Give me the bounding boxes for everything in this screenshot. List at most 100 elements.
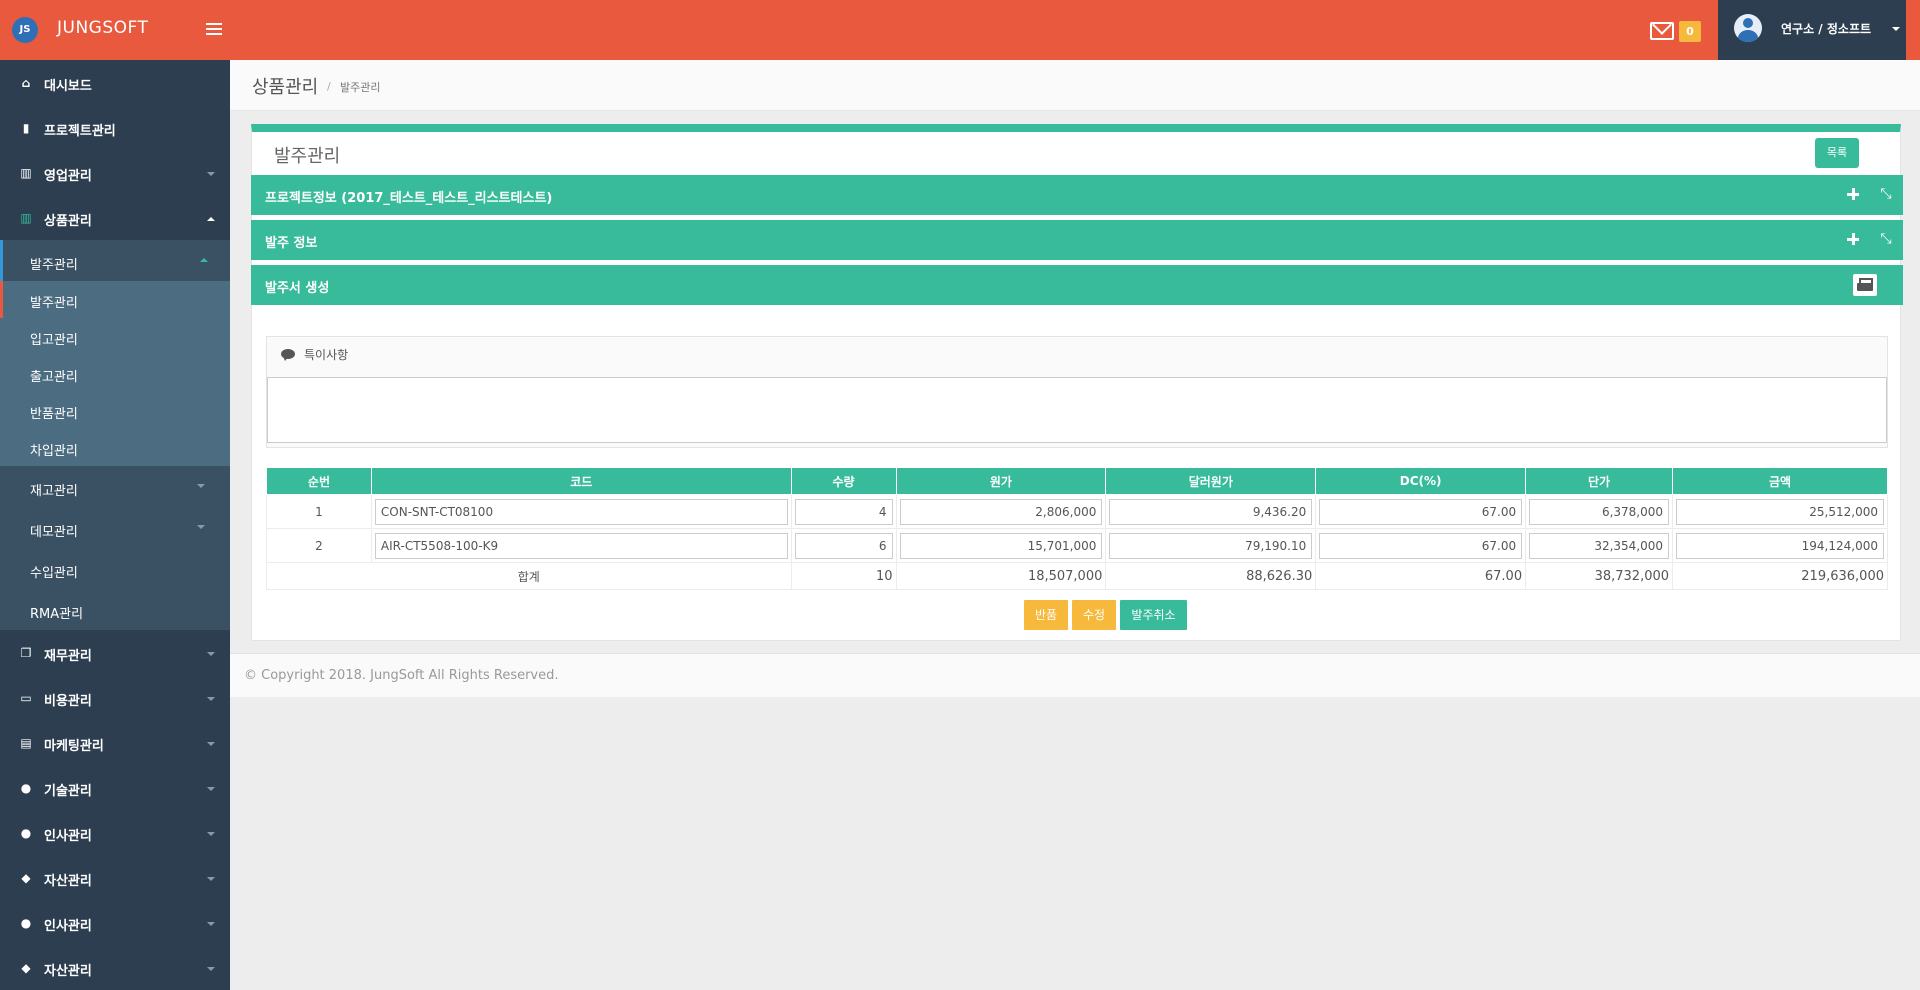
sidebar-item-label: 프로젝트관리 (44, 124, 116, 139)
sidebar-item-label: 인사관리 (44, 829, 92, 844)
remarks-textarea[interactable] (267, 377, 1887, 443)
section-order-create[interactable]: 발주서 생성 (251, 265, 1903, 305)
section-project-info[interactable]: 프로젝트정보 (2017_테스트_테스트_리스트테스트) ⤡ (251, 175, 1903, 215)
section-order-info[interactable]: 발주 정보 ⤡ (251, 220, 1903, 260)
amount-field[interactable]: 25,512,000 (1676, 498, 1884, 525)
table-row: 2 AIR-CT5508-100-K9 6 15,701,000 79,190.… (266, 528, 1888, 563)
sidebar-subitem-rma[interactable]: RMA관리 (0, 589, 230, 630)
sidebar-subitem-demo[interactable]: 데모관리 (0, 507, 230, 548)
column-header: 금액 (1672, 467, 1888, 495)
sidebar-item-label: 마케팅관리 (44, 739, 104, 754)
menu-toggle-icon[interactable] (206, 20, 224, 36)
sidebar-item-label: 발주관리 (30, 258, 78, 273)
sidebar-subitem-order[interactable]: 발주관리 (0, 281, 230, 318)
chevron-up-icon (207, 217, 215, 221)
compress-icon[interactable]: ⤡ (1878, 186, 1894, 202)
sidebar-item-tech[interactable]: ● 기술관리 (0, 765, 230, 810)
sidebar-subitem-inventory[interactable]: 재고관리 (0, 466, 230, 507)
cancel-order-button[interactable]: 발주취소 (1120, 600, 1187, 630)
total-usd-cost: 88,626.30 (1105, 562, 1317, 590)
sidebar-item-projects[interactable]: ▮ 프로젝트관리 (0, 105, 230, 150)
sidebar-subitem-inbound[interactable]: 입고관리 (0, 318, 230, 355)
breadcrumb[interactable]: 발주관리 (340, 79, 380, 95)
user-icon: ● (20, 826, 32, 840)
chevron-up-icon (200, 258, 208, 262)
mail-count-badge[interactable]: 0 (1679, 21, 1701, 42)
column-header: 수량 (790, 467, 897, 495)
total-unit-price: 38,732,000 (1525, 562, 1674, 590)
section-title: 발주 정보 (265, 236, 318, 251)
chevron-down-icon (207, 652, 215, 656)
total-amount: 219,636,000 (1672, 562, 1888, 590)
sidebar-item-hr[interactable]: ● 인사관리 (0, 810, 230, 855)
qty-field[interactable]: 4 (794, 498, 893, 525)
sidebar-item-label: 출고관리 (30, 370, 78, 385)
column-header: 원가 (895, 467, 1107, 495)
plus-icon[interactable] (1845, 231, 1861, 247)
cost-field[interactable]: 2,806,000 (899, 498, 1103, 525)
order-items-table: 순번 코드 수량 원가 달러원가 DC(%) 단가 금액 1 CON-SNT-C… (266, 467, 1888, 590)
cost-field[interactable]: 15,701,000 (899, 532, 1103, 559)
sidebar-item-label: 기술관리 (44, 784, 92, 799)
chevron-down-icon (207, 922, 215, 926)
unit-price-field[interactable]: 6,378,000 (1529, 498, 1670, 525)
total-dc: 67.00 (1315, 562, 1527, 590)
panel-title: 발주관리 (274, 146, 341, 167)
unit-price-field[interactable]: 32,354,000 (1529, 532, 1670, 559)
qty-field[interactable]: 6 (794, 532, 893, 559)
sidebar-item-label: 재고관리 (30, 484, 78, 499)
tags-icon: ◆ (21, 961, 31, 975)
sidebar-item-assets[interactable]: ◆ 자산관리 (0, 855, 230, 900)
avatar (1734, 14, 1762, 42)
usd-cost-field[interactable]: 9,436.20 (1109, 498, 1313, 525)
column-header: 단가 (1525, 467, 1674, 495)
usd-cost-field[interactable]: 79,190.10 (1109, 532, 1313, 559)
copyright-text: © Copyright 2018. JungSoft All Rights Re… (244, 668, 559, 683)
sidebar-item-assets-2[interactable]: ◆ 자산관리 (0, 945, 230, 990)
dc-field[interactable]: 67.00 (1319, 532, 1523, 559)
sidebar-item-label: 반품관리 (30, 407, 78, 422)
page-title: 상품관리 (252, 77, 319, 98)
comment-icon (281, 349, 295, 361)
list-button[interactable]: 목록 (1815, 138, 1859, 168)
sidebar-item-label: 대시보드 (44, 79, 92, 94)
sidebar-item-dashboard[interactable]: ⌂ 대시보드 (0, 60, 230, 105)
mail-icon[interactable] (1650, 22, 1674, 40)
footer: © Copyright 2018. JungSoft All Rights Re… (230, 653, 1920, 697)
sidebar: ⌂ 대시보드 ▮ 프로젝트관리 ▥ 영업관리 ▥ 상품관리 발주관리 발주관리 … (0, 60, 230, 990)
book-icon: ▮ (22, 121, 30, 135)
dc-field[interactable]: 67.00 (1319, 498, 1523, 525)
print-icon[interactable] (1853, 274, 1877, 296)
sidebar-item-finance[interactable]: ❐ 재무관리 (0, 630, 230, 675)
sidebar-item-label: 데모관리 (30, 525, 78, 540)
action-bar: 반품 수정 발주취소 (252, 600, 1902, 630)
sidebar-submenu-products: 발주관리 발주관리 입고관리 출고관리 반품관리 차입관리 재고관리 데모관리 … (0, 240, 230, 630)
return-button[interactable]: 반품 (1024, 600, 1068, 630)
amount-field[interactable]: 194,124,000 (1676, 532, 1884, 559)
sidebar-item-hr-2[interactable]: ● 인사관리 (0, 900, 230, 945)
code-field[interactable]: AIR-CT5508-100-K9 (374, 532, 788, 559)
compress-icon[interactable]: ⤡ (1878, 231, 1894, 247)
sidebar-item-marketing[interactable]: ▤ 마케팅관리 (0, 720, 230, 765)
user-menu[interactable]: 연구소 / 정소프트 (1718, 0, 1906, 60)
sidebar-item-label: 영업관리 (44, 169, 92, 184)
brand-name[interactable]: JUNGSOFT (57, 18, 148, 38)
sidebar-item-sales[interactable]: ▥ 영업관리 (0, 150, 230, 195)
plus-icon[interactable] (1845, 186, 1861, 202)
edit-button[interactable]: 수정 (1072, 600, 1116, 630)
total-label: 합계 (266, 562, 792, 590)
sidebar-subitem-return[interactable]: 반품관리 (0, 392, 230, 429)
sidebar-item-expenses[interactable]: ▭ 비용관리 (0, 675, 230, 720)
code-field[interactable]: CON-SNT-CT08100 (374, 498, 788, 525)
sidebar-item-products[interactable]: ▥ 상품관리 (0, 195, 230, 240)
chevron-down-icon (207, 967, 215, 971)
sidebar-item-label: 차입관리 (30, 444, 78, 459)
main-content: 상품관리 / 발주관리 발주관리 목록 프로젝트정보 (2017_테스트_테스트… (230, 60, 1920, 990)
brand-logo[interactable]: JS (12, 17, 38, 43)
sidebar-subitem-import[interactable]: 수입관리 (0, 548, 230, 589)
row-number: 1 (266, 494, 372, 529)
sidebar-subitem-outbound[interactable]: 출고관리 (0, 355, 230, 392)
sidebar-subitem-borrow[interactable]: 차입관리 (0, 429, 230, 466)
sidebar-item-label: 재무관리 (44, 649, 92, 664)
sidebar-subitem-order-management[interactable]: 발주관리 (0, 240, 230, 281)
